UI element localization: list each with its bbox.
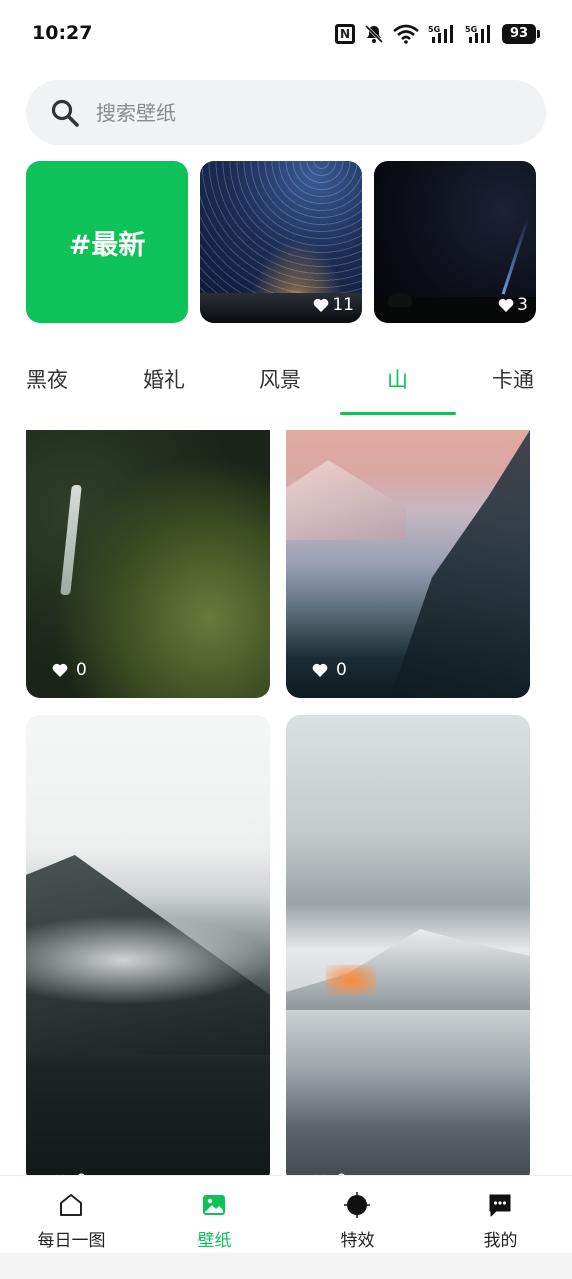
signal-5g-icon: 5G — [428, 25, 453, 43]
nav-label: 我的 — [483, 1231, 518, 1251]
like-badge: 0 — [52, 1171, 87, 1175]
search-input[interactable] — [96, 80, 516, 145]
heart-icon — [498, 298, 514, 312]
heart-icon — [312, 663, 328, 677]
nav-effects[interactable]: 特效 — [286, 1176, 429, 1254]
status-icons: N 5G 5G 93 — [335, 22, 540, 46]
nav-label: 壁纸 — [197, 1231, 232, 1251]
featured-wallpaper-card[interactable]: 3 — [374, 161, 536, 323]
wallpaper-card[interactable]: 0 — [26, 430, 270, 698]
featured-wallpaper-card[interactable]: 11 — [200, 161, 362, 323]
latest-tile[interactable]: #最新 — [26, 161, 188, 323]
search-bar[interactable] — [26, 80, 546, 145]
wallpaper-card[interactable]: 0 — [286, 430, 530, 698]
like-badge: 0 — [52, 660, 87, 680]
latest-tile-label: #最新 — [68, 229, 146, 261]
signal-5g-icon: 5G — [465, 25, 490, 43]
featured-row: #最新 11 3 — [26, 161, 536, 323]
home-icon — [60, 1194, 82, 1216]
status-time: 10:27 — [32, 22, 93, 44]
like-count: 3 — [517, 295, 528, 315]
bottom-nav: 每日一图 壁纸 特效 我的 — [0, 1175, 572, 1253]
svg-text:5G: 5G — [465, 25, 477, 34]
wallpaper-card[interactable]: 0 — [286, 715, 530, 1175]
nav-wallpaper[interactable]: 壁纸 — [143, 1176, 286, 1254]
nav-label: 每日一图 — [37, 1231, 106, 1251]
gesture-area — [0, 1253, 572, 1279]
battery-indicator: 93 — [502, 24, 540, 44]
tab-night[interactable]: 黑夜 — [26, 364, 68, 394]
nav-label: 特效 — [340, 1231, 375, 1251]
like-count: 0 — [76, 1171, 87, 1175]
like-count: 0 — [76, 660, 87, 680]
chat-icon — [489, 1194, 511, 1217]
like-badge: 11 — [313, 295, 354, 315]
like-count: 0 — [336, 1171, 347, 1175]
like-badge: 0 — [312, 1171, 347, 1175]
nav-mine[interactable]: 我的 — [429, 1176, 572, 1254]
like-count: 11 — [332, 295, 354, 315]
heart-icon — [314, 298, 329, 312]
like-badge: 3 — [498, 295, 528, 315]
heart-icon — [56, 1174, 64, 1175]
nfc-icon: N — [335, 24, 355, 44]
nav-daily-image[interactable]: 每日一图 — [0, 1176, 143, 1254]
mute-bell-icon — [364, 24, 384, 44]
wallpaper-grid: 0 0 0 0 — [0, 430, 572, 1175]
tab-mountain[interactable]: 山 — [387, 364, 408, 394]
tab-scenery[interactable]: 风景 — [259, 364, 301, 394]
image-icon — [203, 1195, 225, 1215]
status-bar: 10:27 N 5G 5G 93 — [0, 0, 572, 68]
tree-silhouette — [388, 293, 412, 307]
heart-icon — [52, 663, 68, 677]
tab-wedding[interactable]: 婚礼 — [143, 364, 185, 394]
heart-icon — [316, 1174, 324, 1175]
circle-icon — [344, 1192, 370, 1218]
wallpaper-card[interactable]: 0 — [26, 715, 270, 1175]
like-count: 0 — [336, 660, 347, 680]
like-badge: 0 — [312, 660, 347, 680]
search-icon — [51, 99, 79, 127]
svg-text:5G: 5G — [428, 25, 440, 34]
tab-cartoon[interactable]: 卡通 — [492, 364, 534, 394]
tab-indicator — [340, 412, 456, 415]
wifi-icon — [393, 24, 419, 44]
category-tabs: 黑夜 婚礼 风景 山 卡通 — [0, 350, 572, 416]
